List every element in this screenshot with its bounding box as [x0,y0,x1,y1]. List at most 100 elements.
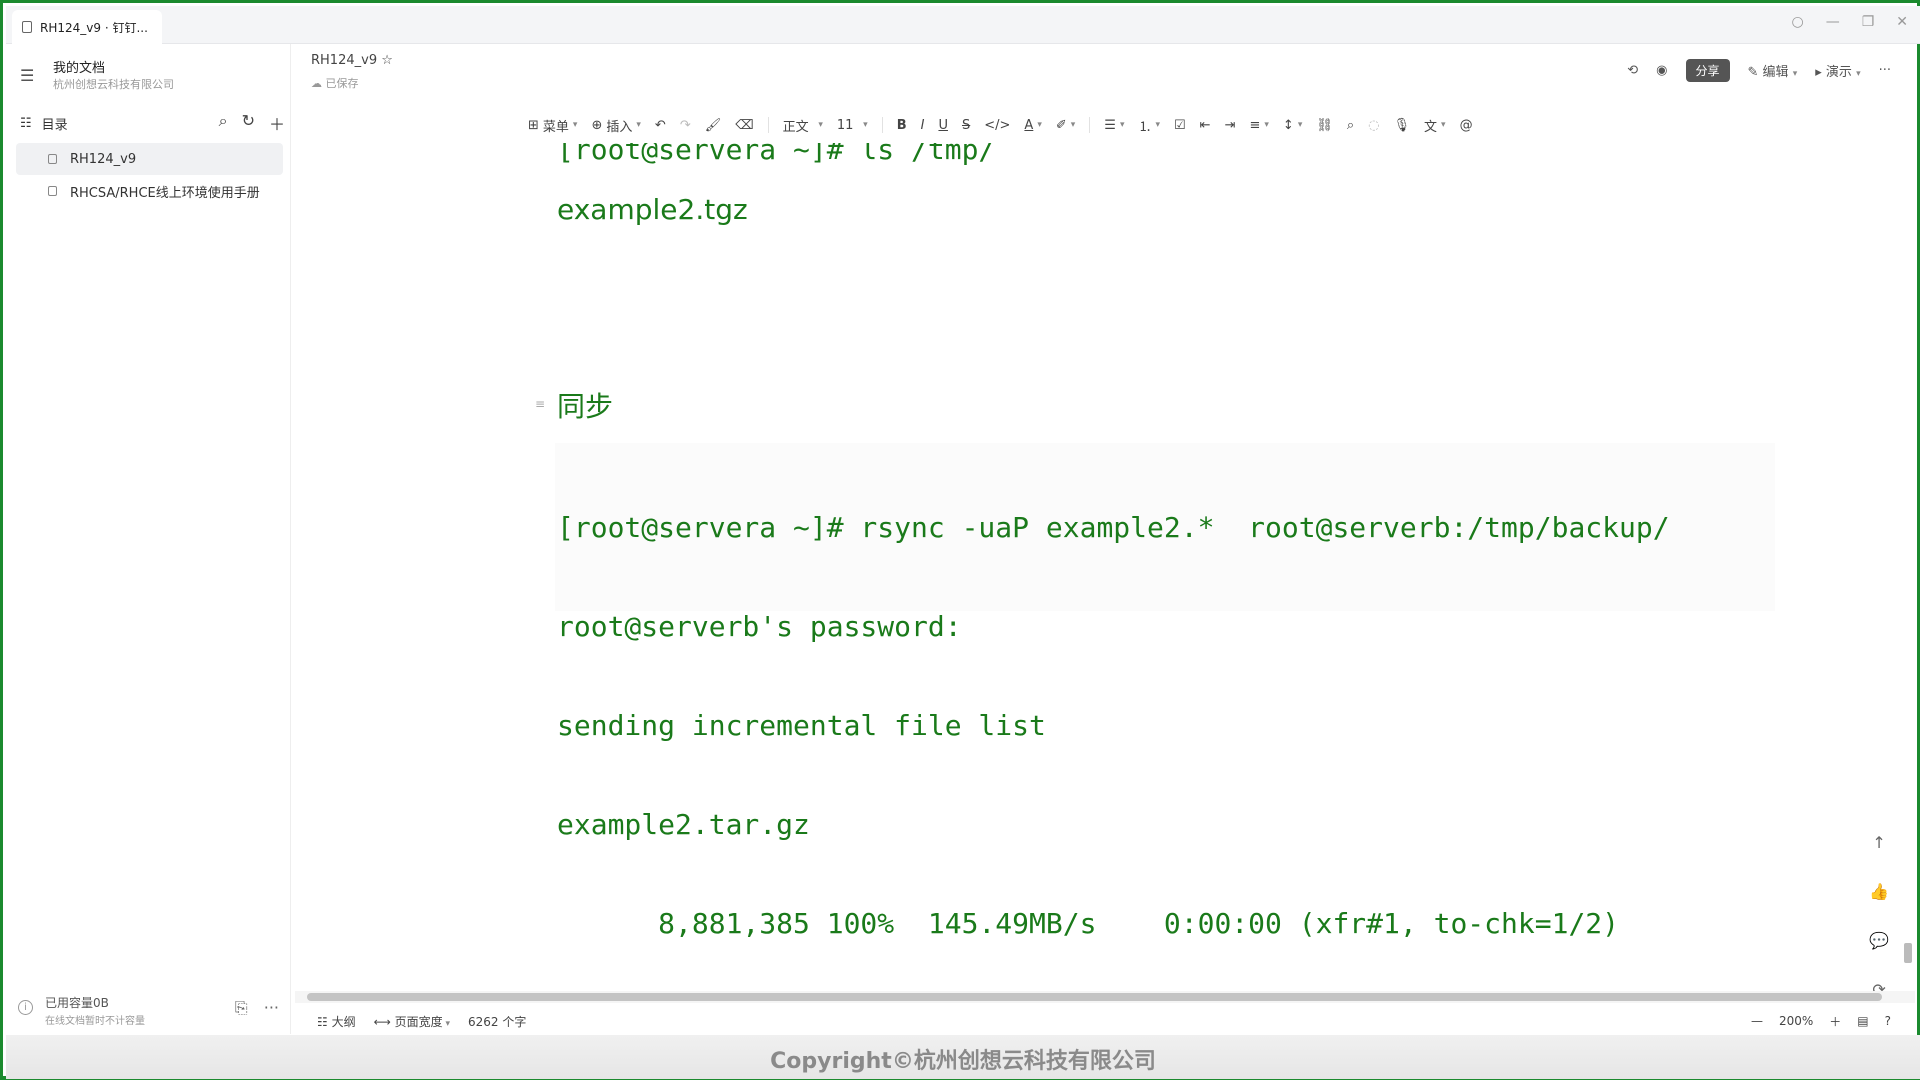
status-bar: ☷ 大纲 ⟷ 页面宽度 ▾ 6262 个字 — 200% ＋ ▤ ? [295,1009,1917,1033]
page-width-button[interactable]: ⟷ 页面宽度 ▾ [374,1013,450,1030]
italic-button[interactable]: I [921,118,925,133]
underline-button[interactable]: U [938,118,948,133]
restore-icon[interactable]: ❐ [1862,14,1875,30]
outline-icon: ☷ [317,1014,332,1029]
history-icon[interactable]: ⟲ [1627,63,1638,78]
zoom-out-icon[interactable]: — [1751,1014,1763,1028]
find-replace-icon[interactable]: ⌕ [1347,118,1354,133]
title-bar: RH124_v9 · 钉钉... ○ — ❐ ✕ [6,6,1920,44]
mention-button[interactable]: @ [1460,118,1473,133]
grid-icon: ⊞ [528,117,539,133]
doc-title[interactable]: RH124_v9 ☆ [311,53,393,68]
width-icon: ⟷ [373,1014,395,1029]
copyright-text: Copyright©杭州创想云科技有限公司 [770,1049,1156,1074]
word-count: 6262 个字 [468,1014,527,1029]
star-icon[interactable]: ☆ [381,53,393,68]
checklist-icon[interactable]: ☑ [1174,118,1186,133]
format-toolbar: ⊞ 菜单 ▾ ⊕ 插入 ▾ ↶ ↷ 🖌 ⌫ 正文 ▾ 11 ▾ B I U S </> … [528,111,1473,139]
refresh-icon[interactable]: ↻ [242,111,255,135]
pin-icon[interactable]: ○ [1791,14,1803,30]
insert-button[interactable]: ⊕ 插入 ▾ [591,116,640,135]
present-button[interactable]: ▸ 演示 ▾ [1815,61,1860,80]
code-line: example2.tar.gz [557,808,810,841]
comment-bubble-icon[interactable]: 💬 [1869,931,1889,950]
window-controls: ○ — ❐ ✕ [1791,14,1908,30]
numbered-list-icon[interactable]: ⒈ ▾ [1138,116,1160,135]
highlight-icon[interactable]: ✐ ▾ [1056,118,1075,133]
hamburger-menu-icon[interactable]: ☰ [20,66,34,85]
undo-icon[interactable]: ↶ [655,118,666,133]
share-button[interactable]: 分享 [1685,59,1730,82]
workspace-name[interactable]: 我的文档 [53,57,105,76]
paragraph: example2.tgz [557,193,748,226]
code-line: [root@servera ~]# rsync -uaP example2.* … [557,511,1670,544]
font-size-select[interactable]: 11 ▾ [837,118,868,133]
search-icon[interactable]: ⌕ [219,111,228,135]
link-icon[interactable]: ⛓ [1316,118,1333,133]
code-line: 8,881,385 100% 145.49MB/s 0:00:00 (xfr#1… [557,907,1620,940]
back-to-top-icon[interactable]: ↑ [1872,833,1885,852]
floating-actions: ↑ 👍 💬 ⟳ [1869,833,1889,999]
bold-button[interactable]: B [897,118,907,133]
bullet-list-icon[interactable]: ☰ ▾ [1104,118,1124,133]
sidebar-item-label: RH124_v9 [70,151,137,167]
document-tab[interactable]: RH124_v9 · 钉钉... [12,10,162,44]
edit-button[interactable]: ✎ 编辑 ▾ [1748,61,1798,80]
app-window: RH124_v9 · 钉钉... ○ — ❐ ✕ ☰ 我的文档 杭州创想云科技有… [0,0,1920,1080]
header-actions: ⟲ ◉ 分享 ✎ 编辑 ▾ ▸ 演示 ▾ ··· [1627,59,1891,82]
more-icon[interactable]: ··· [264,998,279,1018]
strikethrough-button[interactable]: S [962,118,970,133]
code-block: [root@servera ~]# rsync -uaP example2.* … [555,443,1775,940]
thumbs-up-icon[interactable]: 👍 [1869,882,1889,901]
zoom-level[interactable]: 200% [1779,1014,1813,1028]
tab-title: RH124_v9 · 钉钉... [40,20,148,35]
code-line: sending incremental file list [557,709,1046,742]
code-line: root@serverb's password: [557,610,962,643]
document-icon [48,154,57,164]
more-button[interactable]: ··· [1879,63,1891,78]
eraser-icon[interactable]: ⌫ [735,118,753,133]
format-painter-icon[interactable]: 🖌 [705,118,722,133]
vertical-scrollbar[interactable] [1903,143,1913,988]
translate-icon[interactable]: 文 ▾ [1424,116,1446,135]
sidebar-item-rhcsa-manual[interactable]: RHCSA/RHCE线上环境使用手册 [16,175,283,207]
sidebar: ☰ 我的文档 杭州创想云科技有限公司 ☷ 目录 ⌕ ↻ ＋ RH124_v9 R… [6,44,291,1034]
storage-info: i 已用容量0B 在线文档暂时不计容量 ⎘ ··· [18,992,283,1032]
drag-handle-icon[interactable]: ≡ [535,397,545,411]
reading-mode-icon[interactable]: ▤ [1857,1014,1868,1028]
trash-icon[interactable]: ⎘ [235,998,248,1018]
scroll-thumb[interactable] [1904,943,1912,963]
add-icon[interactable]: ＋ [269,111,285,135]
info-icon[interactable]: i [18,1000,33,1015]
zoom-in-icon[interactable]: ＋ [1829,1013,1841,1030]
line-spacing-icon[interactable]: ↕ ▾ [1283,118,1302,133]
text-style-select[interactable]: 正文 ▾ [783,116,823,135]
cloud-icon: ☁ [311,77,326,90]
scroll-thumb[interactable] [307,993,1882,1001]
minimize-icon[interactable]: — [1826,14,1840,30]
sidebar-item-rh124[interactable]: RH124_v9 [16,143,283,175]
redo-icon[interactable]: ↷ [680,118,691,133]
comment-icon[interactable]: ◌ [1368,118,1379,133]
menu-button[interactable]: ⊞ 菜单 ▾ [528,116,577,135]
close-icon[interactable]: ✕ [1896,14,1908,30]
outline-button[interactable]: ☷ 大纲 [317,1013,356,1030]
document-icon [48,186,57,196]
indent-icon[interactable]: ⇥ [1225,118,1236,133]
document-body[interactable]: [root@servera ~]# ls /tmp/ example2.tgz … [293,143,1913,991]
help-icon[interactable]: ? [1885,1014,1891,1028]
toc-icon: ☷ [20,115,32,131]
microphone-icon[interactable]: 🎙 [1394,118,1411,133]
sidebar-item-label: RHCSA/RHCE线上环境使用手册 [70,185,260,201]
storage-note: 在线文档暂时不计容量 [45,1016,145,1027]
code-button[interactable]: </> [984,118,1010,133]
code-line: [root@servera ~]# ls /tmp/ [557,143,996,166]
outdent-icon[interactable]: ⇤ [1200,118,1211,133]
horizontal-scrollbar[interactable] [295,991,1915,1003]
avatar[interactable]: ◉ [1656,63,1667,78]
align-icon[interactable]: ≡ ▾ [1249,118,1268,133]
font-color-button[interactable]: A ▾ [1024,118,1041,133]
saved-status: ☁ 已保存 [311,77,359,90]
workspace-org: 杭州创想云科技有限公司 [53,78,174,91]
plus-circle-icon: ⊕ [591,117,603,133]
